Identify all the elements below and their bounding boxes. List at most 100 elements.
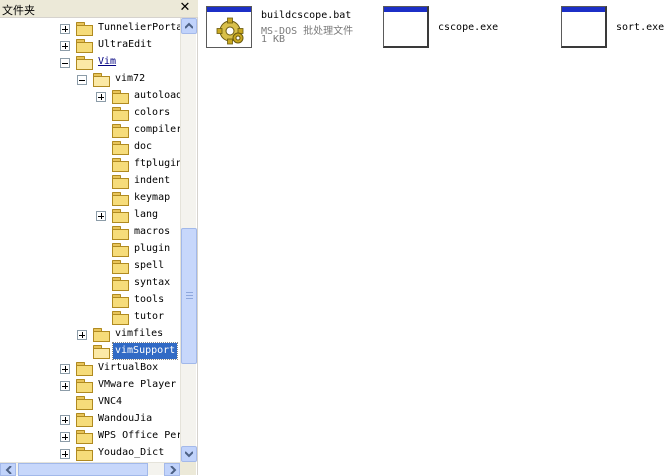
tree-item-tunnelierporta[interactable]: TunnelierPorta <box>0 20 180 37</box>
file-item-sort[interactable]: sort.exe <box>560 4 666 52</box>
tree-item-vimsupport[interactable]: vimSupport <box>0 342 180 360</box>
folder-icon <box>112 107 129 121</box>
file-name: buildcscope.bat <box>261 10 352 21</box>
tree-item-label: WandouJia <box>98 413 153 424</box>
tree-item-compiler[interactable]: compiler <box>0 122 180 139</box>
folder-pane-title: 文件夹 <box>2 4 35 17</box>
tree-item-virtualbox[interactable]: VirtualBox <box>0 360 180 377</box>
application-window-icon <box>560 4 608 48</box>
file-name: sort.exe <box>616 22 665 33</box>
folder-icon <box>112 311 129 325</box>
scroll-down-button[interactable] <box>181 446 197 462</box>
tree-item-colors[interactable]: colors <box>0 105 180 122</box>
folder-icon <box>112 243 129 257</box>
tree-item-lang[interactable]: lang <box>0 207 180 224</box>
file-item-cscope[interactable]: cscope.exe <box>382 4 542 52</box>
tree-item-label: UltraEdit <box>98 39 153 50</box>
expand-icon[interactable] <box>77 330 87 340</box>
tree-item-label: tutor <box>134 311 165 322</box>
folder-icon <box>112 90 129 104</box>
tree-item-wps-office-per[interactable]: WPS Office Per <box>0 428 180 445</box>
tree-item-label: vim72 <box>115 73 146 84</box>
close-icon[interactable]: ✕ <box>178 0 192 16</box>
tree-item-label: indent <box>134 175 171 186</box>
folder-icon <box>112 277 129 291</box>
folder-icon <box>112 141 129 155</box>
tree-item-label: macros <box>134 226 171 237</box>
tree-item-label: syntax <box>134 277 171 288</box>
folder-icon <box>76 39 93 53</box>
folder-icon <box>112 294 129 308</box>
file-list: buildcscope.bat MS-DOS 批处理文件 1 KB cscope… <box>200 0 666 475</box>
expand-icon[interactable] <box>60 364 70 374</box>
collapse-icon[interactable] <box>77 75 87 85</box>
folder-icon <box>112 192 129 206</box>
file-size: 1 KB <box>261 34 286 45</box>
tree-item-label: vimfiles <box>115 328 164 339</box>
tree-item-label: WPS Office Per <box>98 430 180 441</box>
folder-icon <box>76 396 93 410</box>
tree-item-label: ftplugin <box>134 158 180 169</box>
tree-item-vnc4[interactable]: VNC4 <box>0 394 180 411</box>
expand-icon[interactable] <box>96 92 106 102</box>
tree-item-syntax[interactable]: syntax <box>0 275 180 292</box>
scroll-right-button[interactable] <box>164 463 180 476</box>
application-window-icon <box>382 4 430 48</box>
expand-icon[interactable] <box>60 449 70 459</box>
batch-gear-icon <box>205 4 253 48</box>
expand-icon[interactable] <box>60 24 70 34</box>
tree-item-doc[interactable]: doc <box>0 139 180 156</box>
folder-icon <box>76 413 93 427</box>
expand-icon[interactable] <box>60 41 70 51</box>
scroll-left-button[interactable] <box>0 463 16 476</box>
folder-icon <box>76 447 93 461</box>
vertical-scrollbar[interactable] <box>180 18 197 462</box>
folder-icon <box>76 379 93 393</box>
tree-item-label: TunnelierPorta <box>98 22 180 33</box>
arrow-down-icon <box>185 451 193 458</box>
tree-item-label: plugin <box>134 243 171 254</box>
tree-item-tutor[interactable]: tutor <box>0 309 180 326</box>
arrow-up-icon <box>185 22 193 29</box>
tree-item-label: lang <box>134 209 159 220</box>
tree-item-wandoujia[interactable]: WandouJia <box>0 411 180 428</box>
folder-icon <box>112 260 129 274</box>
tree-item-vim[interactable]: Vim <box>0 54 180 71</box>
folder-pane-header: 文件夹 ✕ <box>0 0 198 18</box>
folder-pane: 文件夹 ✕ TunnelierPorta UltraEdit Vim vim72 aut… <box>0 0 198 476</box>
tree-item-youdao-dict[interactable]: Youdao_Dict <box>0 445 180 462</box>
tree-item-tools[interactable]: tools <box>0 292 180 309</box>
tree-item-keymap[interactable]: keymap <box>0 190 180 207</box>
folder-icon <box>76 22 93 36</box>
scrollbar-thumb[interactable] <box>181 228 197 364</box>
tree-item-label: Youdao_Dict <box>98 447 165 458</box>
file-item-buildcscope[interactable]: buildcscope.bat MS-DOS 批处理文件 1 KB <box>205 4 375 52</box>
tree-item-label: keymap <box>134 192 171 203</box>
tree-item-ftplugin[interactable]: ftplugin <box>0 156 180 173</box>
tree-item-ultraedit[interactable]: UltraEdit <box>0 37 180 54</box>
tree-item-vmware-player[interactable]: VMware Player <box>0 377 180 394</box>
tree-item-label: autoload <box>134 90 180 101</box>
tree-item-vimfiles[interactable]: vimfiles <box>0 326 180 343</box>
tree-item-autoload[interactable]: autoload <box>0 88 180 105</box>
expand-icon[interactable] <box>60 381 70 391</box>
tree-item-vim72[interactable]: vim72 <box>0 71 180 88</box>
tree-item-plugin[interactable]: plugin <box>0 241 180 258</box>
tree-item-indent[interactable]: indent <box>0 173 180 190</box>
file-name: cscope.exe <box>438 22 499 33</box>
horizontal-scrollbar-thumb[interactable] <box>18 463 148 476</box>
horizontal-scrollbar[interactable] <box>0 462 180 476</box>
collapse-icon[interactable] <box>60 58 70 68</box>
expand-icon[interactable] <box>60 432 70 442</box>
tree-item-label: VNC4 <box>98 396 123 407</box>
tree-item-label: spell <box>134 260 165 271</box>
expand-icon[interactable] <box>60 415 70 425</box>
tree-item-label: VMware Player <box>98 379 177 390</box>
expand-icon[interactable] <box>96 211 106 221</box>
folder-tree: TunnelierPorta UltraEdit Vim vim72 autoload c… <box>0 20 180 462</box>
tree-item-macros[interactable]: macros <box>0 224 180 241</box>
tree-item-spell[interactable]: spell <box>0 258 180 275</box>
folder-open-icon <box>93 73 110 87</box>
folder-icon <box>112 209 129 223</box>
scroll-up-button[interactable] <box>181 18 197 34</box>
